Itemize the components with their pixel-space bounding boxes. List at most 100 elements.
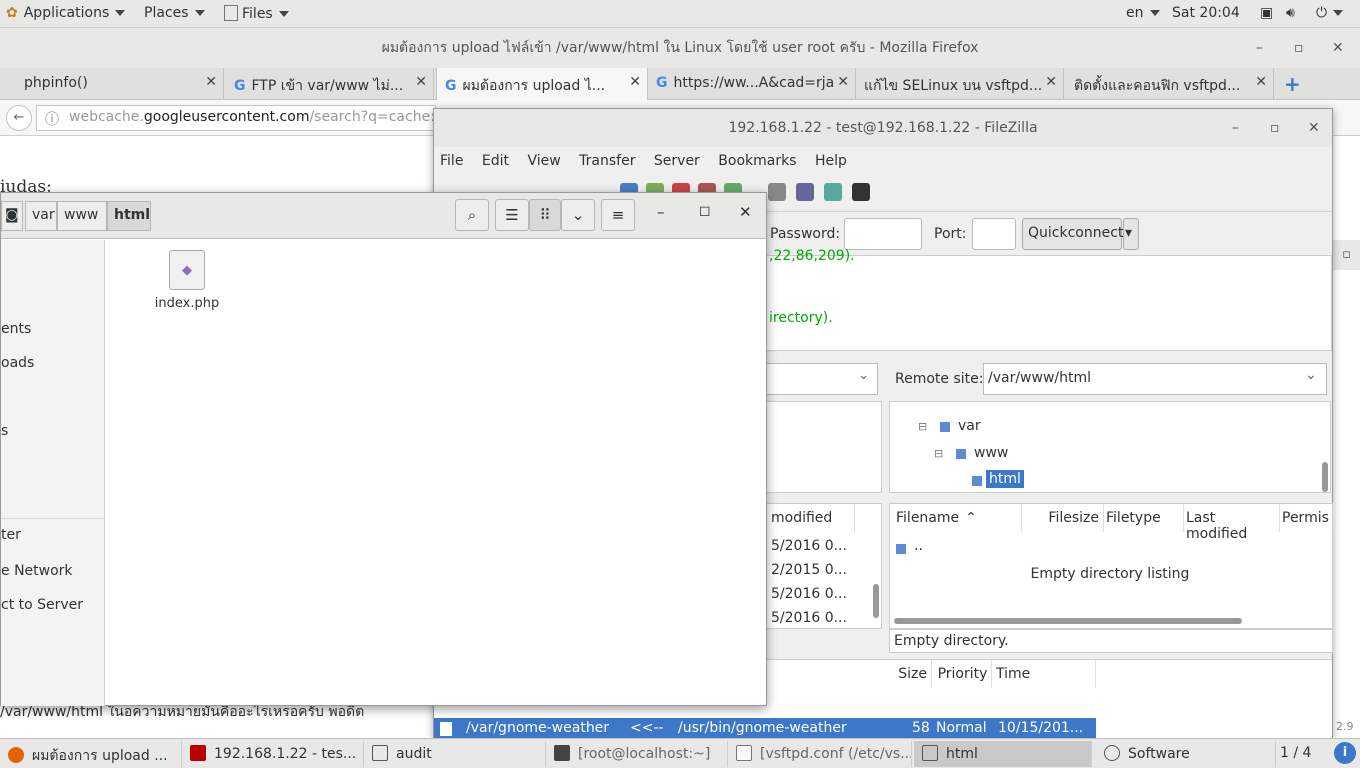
list-item[interactable]: 5/2016 0... [771,538,847,554]
menu-help[interactable]: Help [815,153,847,169]
maximize-button[interactable]: ▫ [1294,28,1304,68]
col-permissions[interactable]: Permis [1282,504,1334,532]
menu-file[interactable]: File [440,153,463,169]
back-arrow-icon[interactable]: ← [6,105,32,131]
quickconnect-dropdown-icon[interactable]: ▾ [1123,218,1139,250]
sync-browse-icon[interactable] [824,183,842,201]
scrollbar[interactable] [1322,462,1328,492]
tab-ftp[interactable]: G FTP เข้า var/www ไม่... ✕ [226,68,434,100]
new-tab-icon[interactable]: + [1284,72,1301,96]
applications-menu[interactable]: ✿ Applications [6,5,126,21]
places-menu[interactable]: Places [144,5,205,21]
menu-server[interactable]: Server [654,153,700,169]
task-firefox[interactable]: ผมต้องการ upload ... [0,741,182,767]
task-audit[interactable]: audit [364,741,546,767]
sidebar-item-connect-server[interactable]: ct to Server [1,597,83,613]
disk-icon[interactable]: ◙ [1,201,23,231]
minimize-button[interactable]: – [657,203,665,221]
view-options-icon[interactable]: ⌄ [561,199,595,231]
power-icon[interactable]: ⏻ [1316,5,1344,21]
parent-dir-item[interactable]: .. [914,538,923,554]
screen-icon[interactable]: ▣ [1260,5,1273,21]
ff-edge-text: 2.9 [1336,720,1354,733]
list-view-icon[interactable]: ☰ [495,199,529,231]
list-item[interactable]: 5/2016 0... [771,610,847,628]
sidebar-item-documents[interactable]: ents [1,321,31,337]
tab-upload-active[interactable]: G ผมต้องการ upload ไ... ✕ [436,68,648,101]
close-button[interactable]: ✕ [739,203,752,221]
task-software[interactable]: Software [1096,741,1276,767]
compare-icon[interactable] [796,183,814,201]
scrollbar[interactable] [873,584,879,618]
menu-bookmarks[interactable]: Bookmarks [718,153,796,169]
password-input[interactable] [844,218,922,250]
tab-https[interactable]: Ghttps://ww...A&cad=rja ✕ [648,68,856,100]
tree-item-www[interactable]: www [974,445,1008,461]
sidebar-item-computer[interactable]: ter [1,527,21,543]
file-item[interactable]: ◆ index.php [149,250,225,311]
file-icon [440,722,452,736]
close-button[interactable]: ✕ [1332,28,1344,68]
dir-listing-icon[interactable] [768,183,786,201]
maximize-button[interactable]: ◻ [699,203,711,219]
files-app-menu[interactable]: Files [224,5,289,22]
menu-icon[interactable]: ≡ [601,199,635,231]
local-col-modified[interactable]: modified [771,504,855,532]
crumb-www[interactable]: www [57,201,107,231]
menu-edit[interactable]: Edit [482,153,509,169]
sidebar-item-downloads[interactable]: oads [1,355,34,371]
volume-icon[interactable]: 🔊︎ [1286,5,1295,21]
col-filesize[interactable]: Filesize [1024,504,1104,532]
crumb-var[interactable]: var [25,201,57,231]
minimize-button[interactable]: – [1232,109,1239,147]
sidebar-item-network[interactable]: e Network [1,563,73,579]
tree-item-var[interactable]: var [958,418,981,434]
task-html[interactable]: html [914,741,1092,767]
sidebar-item-videos[interactable]: s [1,423,8,439]
remote-path-input[interactable]: /var/www/html [983,363,1327,395]
close-tab-icon[interactable]: ✕ [837,74,849,90]
url-bar[interactable]: ⓘ webcache.googleusercontent.com/search?q… [36,105,436,131]
crumb-html[interactable]: html [107,201,151,231]
notification-icon[interactable]: i [1334,742,1356,764]
list-item[interactable]: 5/2016 0... [771,586,847,602]
queue-col-size[interactable]: Size [854,660,932,688]
col-last-modified[interactable]: Last modified [1186,504,1280,542]
col-filetype[interactable]: Filetype [1106,504,1184,532]
close-tab-icon[interactable]: ✕ [629,74,641,90]
queue-row[interactable]: /var/gnome-weather <<-- /usr/bin/gnome-w… [434,718,1096,740]
chevron-down-icon[interactable]: ⌄ [1305,367,1317,383]
close-tab-icon[interactable]: ✕ [205,74,217,90]
clock[interactable]: Sat 20:04 [1172,5,1240,21]
list-item[interactable]: 2/2015 0... [771,562,847,578]
close-button[interactable]: ✕ [1308,109,1320,147]
task-filezilla[interactable]: 192.168.1.22 - tes... [182,741,364,767]
col-filename[interactable]: Filename ⌃ [896,504,1022,532]
queue-col-time[interactable]: Time [996,660,1096,688]
minimize-button[interactable]: – [1256,28,1263,68]
language-selector[interactable]: en [1126,5,1160,21]
collapse-icon[interactable]: ⊟ [934,447,943,460]
ff-side-button[interactable]: ▫ [1333,240,1360,270]
collapse-icon[interactable]: ⊟ [918,420,927,433]
scrollbar[interactable] [894,618,1242,624]
workspace-pager[interactable]: 1 / 4 [1280,745,1311,761]
tab-vsftpd[interactable]: ติดตั้งและคอนฟิก vsftpd... ✕ [1066,68,1274,100]
close-tab-icon[interactable]: ✕ [1255,74,1267,90]
binoculars-icon[interactable] [852,183,870,201]
grid-view-icon[interactable]: ⠿ [529,199,561,231]
close-tab-icon[interactable]: ✕ [1045,74,1057,90]
task-gedit[interactable]: [vsftpd.conf (/etc/vs... [728,741,912,767]
tab-phpinfo[interactable]: phpinfo() ✕ [16,68,224,100]
search-icon[interactable]: ⌕ [455,199,489,231]
quickconnect-button[interactable]: Quickconnect [1022,218,1123,250]
maximize-button[interactable]: ▫ [1270,109,1280,147]
tree-item-html[interactable]: html [986,470,1024,488]
menu-view[interactable]: View [527,153,560,169]
task-terminal[interactable]: [root@localhost:~] [546,741,728,767]
menu-transfer[interactable]: Transfer [579,153,635,169]
tab-selinux[interactable]: แก้ไข SELinux บน vsftpd... ✕ [856,68,1064,100]
close-tab-icon[interactable]: ✕ [415,74,427,90]
port-input[interactable] [972,218,1016,250]
queue-col-priority[interactable]: Priority [934,660,992,688]
